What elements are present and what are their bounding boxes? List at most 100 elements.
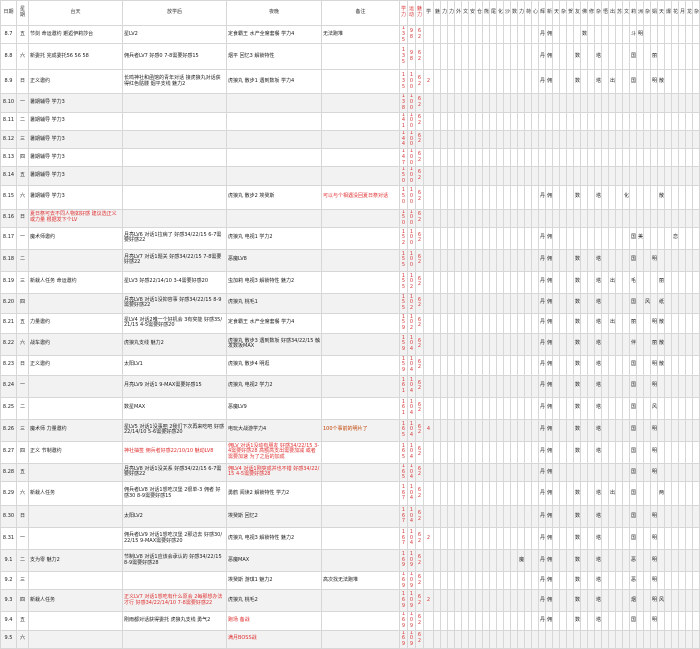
social-link-cell (490, 26, 497, 44)
social-link-cell (434, 397, 441, 419)
social-link-cell (532, 94, 539, 112)
social-link-cell (679, 612, 686, 630)
social-link-cell (511, 26, 518, 44)
social-link-cell (532, 482, 539, 506)
social-link-cell (616, 209, 623, 227)
social-link-cell (665, 227, 672, 249)
social-link-cell (469, 397, 476, 419)
weekday-cell: 六 (17, 44, 29, 70)
social-link-cell (469, 419, 476, 441)
social-link-cell (434, 355, 441, 375)
column-header: 天 (553, 1, 560, 26)
social-link-cell (602, 463, 609, 481)
courage-cell: 104 (408, 355, 416, 375)
night-cell: 定食霸王 水产全席套餐 学力4 (227, 26, 322, 44)
social-link-cell (686, 112, 693, 130)
social-link-cell (483, 333, 490, 355)
social-link-cell (532, 44, 539, 70)
social-link-cell (553, 630, 560, 648)
social-link-cell (637, 209, 644, 227)
social-link-cell (637, 528, 644, 550)
social-link-cell (616, 249, 623, 271)
social-link-cell (504, 375, 511, 397)
table-row: 8.14五暑期辅导 学力315010062 (1, 167, 700, 185)
daytime-cell (29, 249, 123, 271)
social-link-cell: 烟 (630, 590, 637, 612)
social-link-cell (616, 463, 623, 481)
table-row: 8.28五月亮LV8 对话1没关系 好感34/22/15 6-7需要好感22佣L… (1, 463, 700, 481)
stat-change-cell (424, 506, 434, 528)
social-link-cell (644, 44, 651, 70)
column-header: 莉 (630, 1, 637, 26)
social-link-cell (693, 26, 700, 44)
social-link-cell (462, 333, 469, 355)
social-link-cell (616, 482, 623, 506)
social-link-cell (616, 44, 623, 70)
social-link-cell (560, 506, 567, 528)
social-link-cell (665, 130, 672, 148)
date-cell: 8.31 (1, 528, 17, 550)
social-link-cell (455, 227, 462, 249)
stat-change-cell (424, 94, 434, 112)
social-link-cell (448, 441, 455, 463)
night-cell (227, 149, 322, 167)
social-link-cell (672, 441, 679, 463)
column-header: 杂 (595, 1, 602, 26)
social-link-cell (525, 612, 532, 630)
social-link-cell (672, 271, 679, 293)
social-link-cell (602, 612, 609, 630)
social-link-cell (483, 482, 490, 506)
social-link-cell (658, 26, 665, 44)
social-link-cell (476, 630, 483, 648)
social-link-cell (448, 70, 455, 94)
social-link-cell (595, 227, 602, 249)
afterschool-cell: 正义LV7 对话1想吃有什么原会 2每那想办法才行 好感34/22/14/10 … (123, 590, 227, 612)
date-cell: 8.9 (1, 70, 17, 94)
social-link-cell (693, 44, 700, 70)
social-link-cell (476, 528, 483, 550)
social-link-cell (623, 94, 630, 112)
social-link-cell (448, 209, 455, 227)
date-cell: 8.7 (1, 26, 17, 44)
note-cell (322, 482, 400, 506)
note-cell (322, 227, 400, 249)
weekday-cell: 一 (17, 94, 29, 112)
social-link-cell: 数 (574, 612, 581, 630)
social-link-cell (497, 149, 504, 167)
social-link-cell: 国 (630, 355, 637, 375)
social-link-cell (665, 94, 672, 112)
note-cell (322, 209, 400, 227)
table-row: 8.12三暑期辅导 学力314410062 (1, 130, 700, 148)
daytime-cell: 魔术师 力量邀约 (29, 419, 123, 441)
social-link-cell (525, 167, 532, 185)
social-link-cell (553, 44, 560, 70)
daytime-cell (29, 375, 123, 397)
social-link-cell: 丹 (539, 441, 546, 463)
table-row: 8.13四暑期辅导 学力314710062 (1, 149, 700, 167)
social-link-cell: 明 (651, 528, 658, 550)
social-link-cell (616, 550, 623, 572)
stat-change-cell (424, 630, 434, 648)
social-link-cell (623, 397, 630, 419)
night-cell: 虎狼丸 散步4 明逛 (227, 355, 322, 375)
weekday-cell: 日 (17, 70, 29, 94)
social-link-cell (434, 271, 441, 293)
social-link-cell (693, 419, 700, 441)
social-link-cell (448, 572, 455, 590)
social-link-cell (693, 630, 700, 648)
column-header: 运动 (408, 1, 416, 26)
social-link-cell (560, 44, 567, 70)
social-link-cell (455, 463, 462, 481)
social-link-cell (462, 227, 469, 249)
night-cell: 虎狼丸 散步1 遇到数坂 学力4 (227, 70, 322, 94)
date-cell: 8.27 (1, 441, 17, 463)
social-link-cell (469, 355, 476, 375)
social-link-cell (455, 355, 462, 375)
social-link-cell (448, 630, 455, 648)
social-link-cell (511, 590, 518, 612)
stat-change-cell (424, 271, 434, 293)
social-link-cell: 佣 (546, 313, 553, 333)
social-link-cell (672, 149, 679, 167)
note-cell (322, 397, 400, 419)
social-link-cell (567, 227, 574, 249)
